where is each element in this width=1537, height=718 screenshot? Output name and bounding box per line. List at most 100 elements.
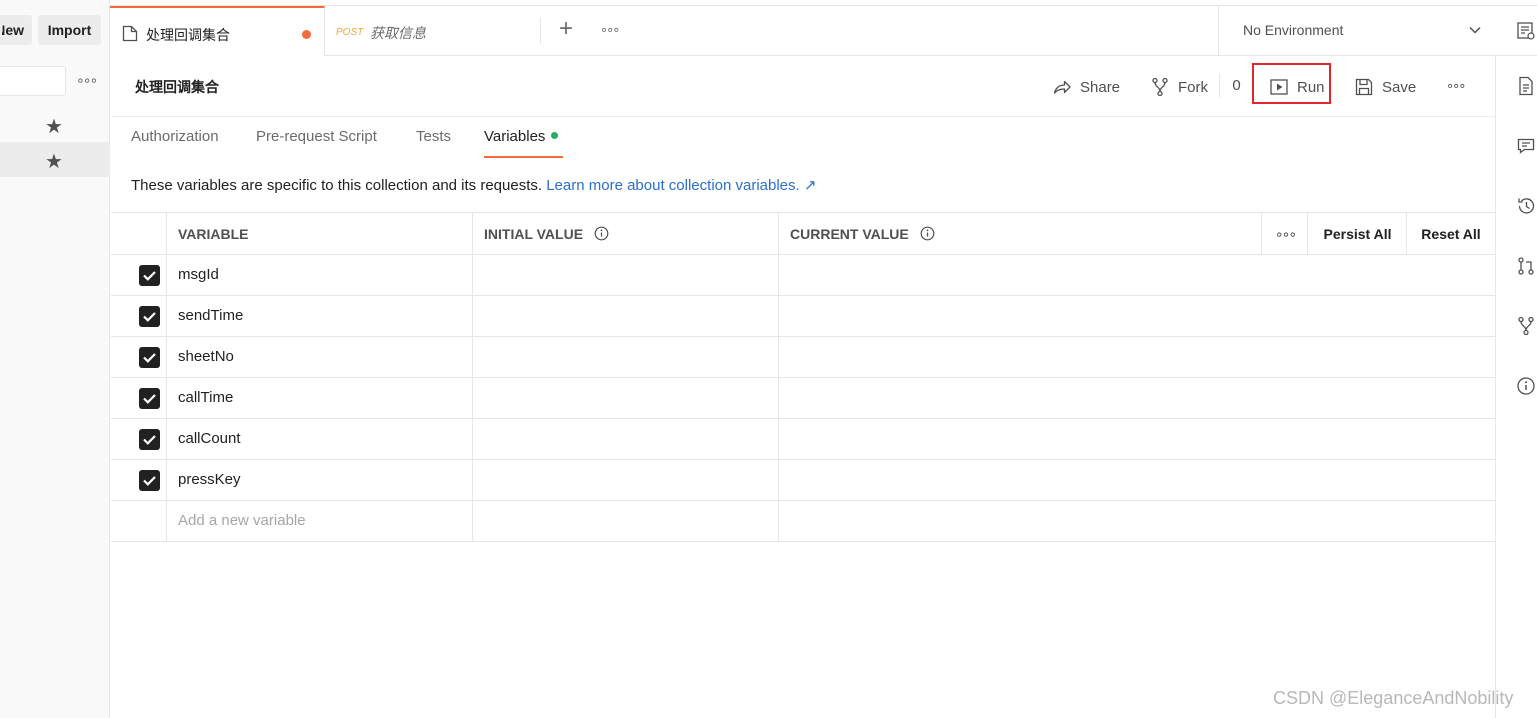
history-icon[interactable] (1516, 196, 1536, 216)
save-icon (1355, 78, 1373, 96)
enable-checkbox[interactable] (139, 388, 160, 409)
variable-name-cell[interactable]: pressKey (167, 460, 473, 500)
current-value-cell[interactable] (779, 296, 1263, 336)
header-current-value: CURRENT VALUE (779, 213, 1263, 254)
run-button[interactable]: Run (1269, 76, 1325, 98)
checkmark-icon (143, 435, 156, 445)
initial-value-cell[interactable] (473, 255, 779, 295)
environment-select[interactable]: No Environment (1218, 6, 1499, 56)
tab-title: 获取信息 (370, 25, 426, 41)
tab-variables[interactable]: Variables (484, 128, 563, 158)
checkbox-cell (111, 337, 167, 377)
initial-value-cell[interactable] (473, 337, 779, 377)
tab-variables-label: Variables (484, 128, 546, 145)
checkbox-cell (111, 296, 167, 336)
initial-value-cell[interactable] (473, 419, 779, 459)
variable-name-cell[interactable]: msgId (167, 255, 473, 295)
info-icon[interactable] (594, 226, 609, 241)
variable-name-cell[interactable]: sheetNo (167, 337, 473, 377)
new-initial-value-input[interactable] (473, 501, 779, 541)
description-text: These variables are specific to this col… (131, 177, 543, 194)
fork-count: 0 (1219, 74, 1251, 98)
star-icon[interactable]: ★ (45, 149, 63, 174)
share-button[interactable]: Share (1052, 76, 1120, 98)
new-tab-plus-icon[interactable]: + (554, 15, 578, 45)
document-icon (122, 25, 138, 42)
environment-label: No Environment (1243, 22, 1344, 38)
variables-table: VARIABLE INITIAL VALUE CURRENT VALUE ∘∘∘… (111, 212, 1495, 542)
header-checkbox-cell (111, 213, 167, 254)
comments-icon[interactable] (1516, 136, 1536, 156)
variable-name-cell[interactable]: sendTime (167, 296, 473, 336)
header-variable-label: VARIABLE (178, 226, 249, 242)
more-horizontal-icon[interactable]: ∘∘∘ (1261, 213, 1308, 255)
sidebar-search-input[interactable] (0, 66, 66, 96)
info-icon[interactable] (920, 226, 935, 241)
initial-value-cell[interactable] (473, 460, 779, 500)
persist-all-button[interactable]: Persist All (1307, 213, 1407, 255)
current-value-cell[interactable] (779, 337, 1263, 377)
table-header-row: VARIABLE INITIAL VALUE CURRENT VALUE ∘∘∘… (111, 213, 1495, 255)
fork-button[interactable]: Fork (1150, 76, 1208, 98)
right-sidebar (1495, 56, 1537, 718)
new-variable-placeholder: Add a new variable (178, 512, 306, 529)
current-value-cell[interactable] (779, 460, 1263, 500)
new-button[interactable]: New (0, 15, 32, 45)
enable-checkbox[interactable] (139, 347, 160, 368)
import-button[interactable]: Import (38, 15, 101, 45)
header-initial-value: INITIAL VALUE (473, 213, 779, 254)
more-horizontal-icon[interactable]: ∘∘∘ (1446, 78, 1466, 94)
initial-value-cell[interactable] (473, 296, 779, 336)
checkmark-icon (143, 271, 156, 281)
info-icon[interactable] (1516, 376, 1536, 396)
variable-name-cell[interactable]: callCount (167, 419, 473, 459)
variable-name: pressKey (178, 471, 241, 488)
reset-all-button[interactable]: Reset All (1406, 213, 1495, 255)
tab-tests[interactable]: Tests (416, 128, 451, 158)
tab-request[interactable]: POST 获取信息 (326, 6, 541, 56)
enable-checkbox[interactable] (139, 470, 160, 491)
new-current-value-input[interactable] (779, 501, 1263, 541)
star-icon[interactable]: ★ (45, 114, 63, 139)
checkbox-cell (111, 460, 167, 500)
initial-value-cell[interactable] (473, 378, 779, 418)
tab-pre-request-script[interactable]: Pre-request Script (256, 128, 377, 158)
pull-request-icon[interactable] (1516, 256, 1536, 276)
tab-authorization[interactable]: Authorization (131, 128, 219, 158)
request-method-label: POST (336, 27, 364, 38)
save-button[interactable]: Save (1354, 76, 1416, 98)
more-horizontal-icon[interactable]: ∘∘∘ (76, 72, 98, 88)
enable-checkbox[interactable] (139, 306, 160, 327)
variable-name: callTime (178, 389, 234, 406)
current-value-cell[interactable] (779, 378, 1263, 418)
header-initial-value-label: INITIAL VALUE (484, 226, 584, 242)
more-horizontal-icon[interactable]: ∘∘∘ (600, 22, 622, 38)
checkmark-icon (143, 353, 156, 363)
variable-name: callCount (178, 430, 241, 447)
learn-more-link[interactable]: Learn more about collection variables. ↗ (546, 177, 816, 194)
enable-checkbox[interactable] (139, 429, 160, 450)
tab-collection[interactable]: 处理回调集合 (110, 6, 325, 56)
header-current-value-label: CURRENT VALUE (790, 226, 909, 242)
variable-name: msgId (178, 266, 219, 283)
left-sidebar: New Import ∘∘∘ ★ ★ (0, 0, 110, 718)
status-dot (551, 132, 559, 139)
variables-description: These variables are specific to this col… (131, 176, 816, 194)
table-row: msgId (111, 255, 1495, 296)
variable-name-cell[interactable]: callTime (167, 378, 473, 418)
current-value-cell[interactable] (779, 255, 1263, 295)
share-icon (1053, 80, 1071, 94)
fork-icon[interactable] (1516, 316, 1536, 336)
run-label: Run (1297, 78, 1325, 96)
empty-checkbox-cell (111, 501, 167, 541)
enable-checkbox[interactable] (139, 265, 160, 286)
sidebar-item[interactable]: ★ (0, 107, 110, 142)
documentation-icon[interactable] (1516, 76, 1536, 96)
checkbox-cell (111, 378, 167, 418)
environment-quick-look-icon[interactable] (1516, 21, 1536, 41)
table-row: callTime (111, 378, 1495, 419)
current-value-cell[interactable] (779, 419, 1263, 459)
new-variable-input[interactable]: Add a new variable (167, 501, 473, 541)
sidebar-item-selected[interactable]: ★ (0, 142, 110, 177)
checkmark-icon (143, 312, 156, 322)
